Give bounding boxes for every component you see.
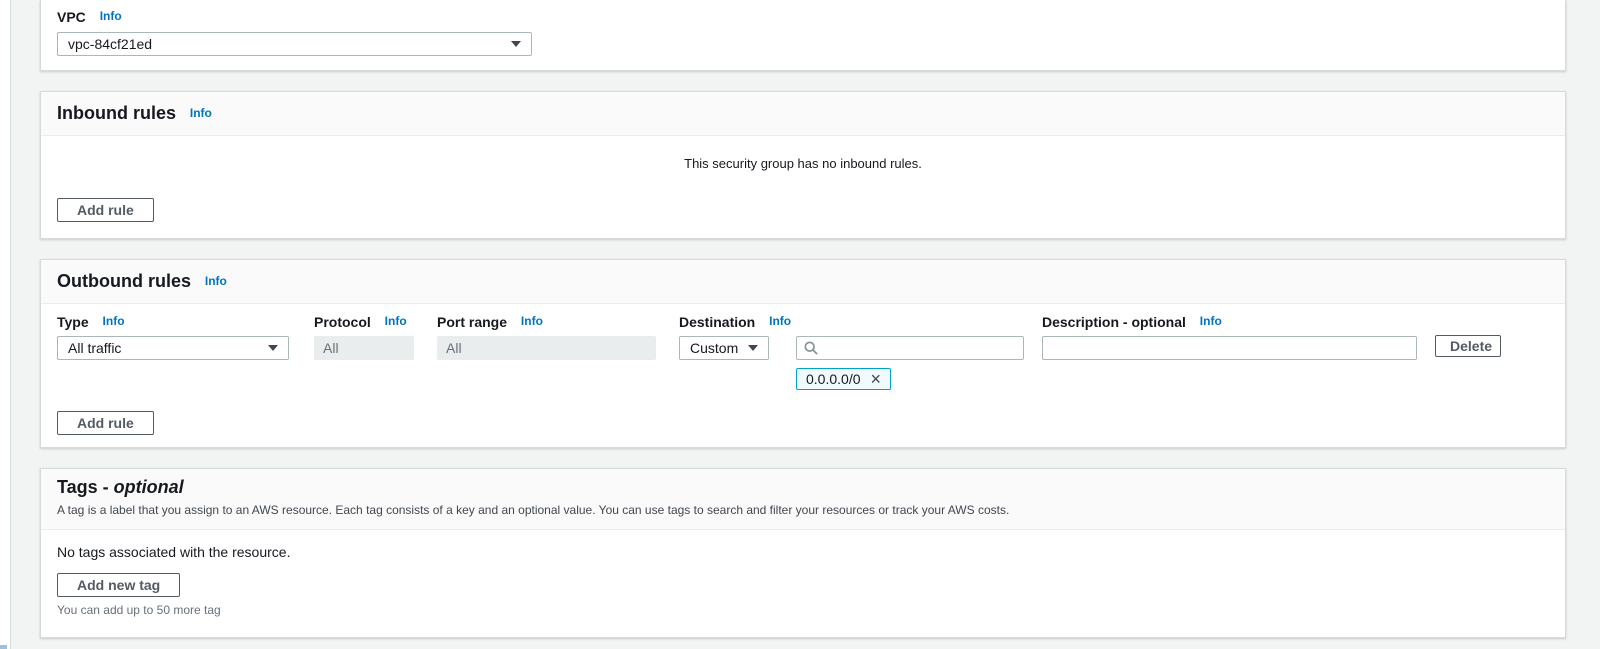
- tags-limit-note: You can add up to 50 more tag: [57, 603, 221, 617]
- chevron-down-icon: [268, 345, 278, 351]
- rule-type-column: Type Info All traffic: [57, 314, 289, 360]
- chevron-down-icon: [511, 41, 521, 47]
- tags-description: A tag is a label that you assign to an A…: [57, 503, 1010, 517]
- port-range-info-link[interactable]: Info: [521, 314, 543, 328]
- type-info-link[interactable]: Info: [103, 314, 125, 328]
- protocol-label: Protocol: [314, 314, 371, 330]
- outbound-add-rule-button[interactable]: Add rule: [57, 411, 154, 435]
- inbound-add-rule-button[interactable]: Add rule: [57, 198, 154, 222]
- create-security-group-form: VPC Info vpc-84cf21ed Inbound rules Info…: [40, 0, 1566, 638]
- port-range-label: Port range: [437, 314, 508, 330]
- vpc-info-link[interactable]: Info: [100, 9, 122, 23]
- rule-destination-column: Destination Info Custom 0.0.0.0/0 ×: [679, 314, 1024, 390]
- rule-delete-column: Delete: [1435, 314, 1501, 357]
- inbound-rules-panel: Inbound rules Info This security group h…: [40, 91, 1566, 239]
- rule-protocol-column: Protocol Info: [314, 314, 414, 360]
- vpc-panel: VPC Info vpc-84cf21ed: [40, 0, 1566, 71]
- type-label: Type: [57, 314, 89, 330]
- destination-token-value: 0.0.0.0/0: [806, 371, 861, 387]
- vpc-select[interactable]: vpc-84cf21ed: [57, 32, 532, 56]
- inbound-rules-body: This security group has no inbound rules…: [41, 136, 1565, 238]
- rule-port-range-field: [437, 336, 656, 360]
- tags-header: Tags - optional A tag is a label that yo…: [41, 469, 1565, 530]
- inbound-rules-header: Inbound rules Info: [41, 92, 1565, 136]
- tags-title-optional: optional: [113, 477, 184, 497]
- inbound-empty-message: This security group has no inbound rules…: [684, 156, 922, 171]
- tags-title: Tags - optional: [57, 477, 184, 497]
- footer-fragment: [0, 645, 7, 649]
- destination-mode-value: Custom: [690, 340, 739, 356]
- rule-port-range-column: Port range Info: [437, 314, 656, 360]
- outbound-info-link[interactable]: Info: [205, 274, 227, 288]
- delete-rule-button[interactable]: Delete: [1435, 335, 1501, 357]
- tags-panel: Tags - optional A tag is a label that yo…: [40, 468, 1566, 638]
- protocol-info-link[interactable]: Info: [385, 314, 407, 328]
- rule-description-column: Description - optional Info: [1042, 314, 1417, 360]
- tags-empty-message: No tags associated with the resource.: [57, 544, 291, 560]
- description-info-link[interactable]: Info: [1200, 314, 1222, 328]
- inbound-rules-title: Inbound rules: [57, 103, 176, 123]
- tags-body: No tags associated with the resource. Ad…: [41, 530, 1565, 637]
- outbound-rules-title: Outbound rules: [57, 271, 191, 291]
- outbound-rules-header: Outbound rules Info: [41, 260, 1565, 304]
- destination-mode-select[interactable]: Custom: [679, 336, 769, 360]
- search-icon: [804, 341, 818, 355]
- destination-search-input[interactable]: [796, 336, 1024, 360]
- add-new-tag-button[interactable]: Add new tag: [57, 573, 181, 597]
- destination-label: Destination: [679, 314, 756, 330]
- vpc-label: VPC: [57, 9, 86, 25]
- outbound-rules-panel: Outbound rules Info Type Info All traffi…: [40, 259, 1566, 448]
- inbound-info-link[interactable]: Info: [190, 106, 212, 120]
- rule-type-select[interactable]: All traffic: [57, 336, 289, 360]
- outbound-rules-body: Type Info All traffic Protocol Info All …: [41, 304, 1565, 447]
- remove-token-icon[interactable]: ×: [871, 370, 882, 388]
- description-label: Description - optional: [1042, 314, 1186, 330]
- chevron-down-icon: [748, 345, 758, 351]
- vpc-select-value: vpc-84cf21ed: [68, 36, 153, 52]
- rule-protocol-field: [314, 336, 414, 360]
- destination-info-link[interactable]: Info: [769, 314, 791, 328]
- collapsed-side-panel: [0, 0, 11, 649]
- rule-description-input[interactable]: [1042, 336, 1417, 360]
- destination-token: 0.0.0.0/0 ×: [796, 368, 892, 390]
- rule-type-value: All traffic: [68, 340, 122, 356]
- outbound-rule-row: Type Info All traffic Protocol Info All …: [57, 314, 1549, 390]
